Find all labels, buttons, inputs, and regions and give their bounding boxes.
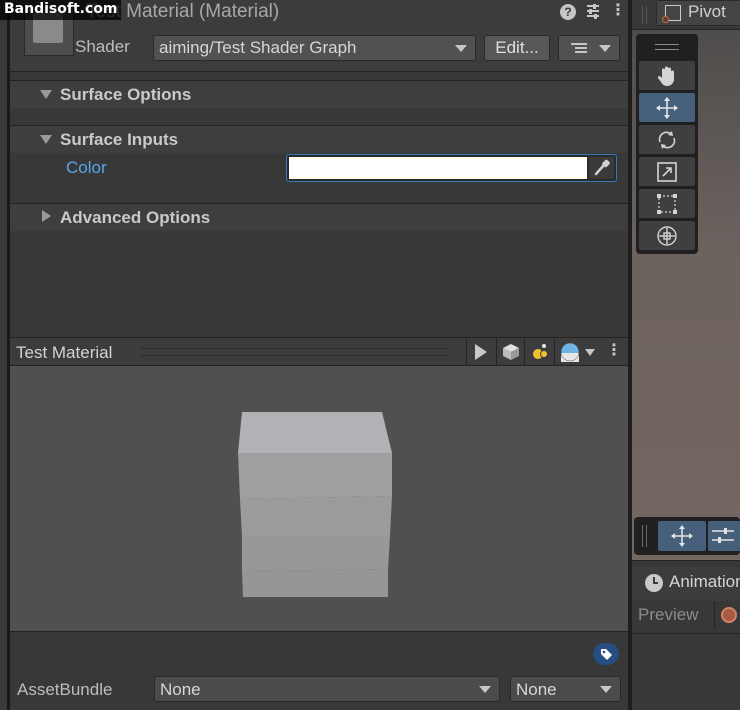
toolbar-grip[interactable] xyxy=(642,525,647,547)
chevron-down-icon xyxy=(600,686,612,693)
list-icon xyxy=(571,43,587,54)
cube-icon xyxy=(503,344,519,360)
pivot-mode-dropdown[interactable]: Pivot xyxy=(656,0,740,26)
transform-tools-palette xyxy=(636,34,698,254)
eyedropper-icon[interactable] xyxy=(589,157,614,179)
animation-preview-toggle[interactable]: Preview xyxy=(638,605,698,625)
help-icon[interactable]: ? xyxy=(560,4,576,20)
rect-transform-icon xyxy=(657,194,677,214)
shader-dropdown-value: aiming/Test Shader Graph xyxy=(159,38,357,57)
transform-icon xyxy=(657,226,677,246)
scale-icon xyxy=(657,162,677,182)
expand-arrow-icon xyxy=(40,135,52,144)
pivot-icon xyxy=(662,5,681,23)
preview-resize-grip[interactable] xyxy=(140,348,450,356)
inspector-panel: Test Material (Material) ? ⋮ Shader aimi… xyxy=(10,0,628,710)
record-button[interactable] xyxy=(714,601,740,629)
assetbundle-name-value: None xyxy=(160,680,201,699)
sliders-icon xyxy=(712,528,734,543)
preview-lighting-button[interactable] xyxy=(524,338,554,366)
rect-tool-button[interactable] xyxy=(639,189,695,218)
presets-icon[interactable] xyxy=(584,2,602,20)
scale-tool-button[interactable] xyxy=(639,157,695,186)
expand-arrow-icon xyxy=(40,90,52,99)
watermark: Bandisoft.com xyxy=(0,0,122,20)
transform-tool-button[interactable] xyxy=(639,221,695,250)
move-icon xyxy=(656,97,678,119)
move-tool-button[interactable] xyxy=(658,521,706,551)
asset-label-icon[interactable] xyxy=(593,643,619,665)
material-preview-viewport[interactable] xyxy=(10,366,628,632)
color-field[interactable] xyxy=(286,154,617,182)
move-icon xyxy=(671,525,693,547)
move-tool-button[interactable] xyxy=(639,93,695,122)
palette-grip[interactable] xyxy=(655,44,679,50)
sphere-icon xyxy=(560,342,580,362)
pivot-dot xyxy=(662,16,669,23)
shader-label: Shader xyxy=(75,37,130,56)
more-options-icon[interactable]: ⋮ xyxy=(606,340,622,360)
assetbundle-name-dropdown[interactable]: None xyxy=(154,676,500,702)
rotate-tool-button[interactable] xyxy=(639,125,695,154)
edit-shader-button[interactable]: Edit... xyxy=(484,35,550,61)
chevron-down-icon xyxy=(599,45,611,52)
section-title: Advanced Options xyxy=(60,208,211,227)
chevron-down-icon xyxy=(585,349,595,356)
rotate-icon xyxy=(658,131,676,149)
clock-hand xyxy=(653,582,658,584)
animation-tab-label: Animation xyxy=(669,572,740,591)
section-advanced-options[interactable]: Advanced Options xyxy=(10,203,628,231)
hand-icon xyxy=(657,66,674,86)
chevron-down-icon xyxy=(455,45,467,52)
section-title: Surface Inputs xyxy=(60,130,179,149)
tab-animation[interactable]: Animation xyxy=(632,567,740,601)
shader-options-dropdown[interactable] xyxy=(558,35,620,61)
collapse-arrow-icon xyxy=(42,210,51,222)
assetbundle-variant-value: None xyxy=(516,680,557,699)
toolbar-grip[interactable] xyxy=(642,6,647,24)
color-property-label: Color xyxy=(66,158,107,177)
pivot-label: Pivot xyxy=(688,2,726,21)
preview-title: Test Material xyxy=(16,343,113,362)
section-surface-options[interactable]: Surface Options xyxy=(10,80,628,108)
divider xyxy=(632,633,740,634)
cube-preview xyxy=(238,412,392,597)
record-icon xyxy=(721,607,737,623)
animation-clock-icon xyxy=(645,574,663,592)
scene-toolbar: Pivot xyxy=(632,0,740,30)
left-window-edge xyxy=(0,0,7,710)
section-surface-inputs[interactable]: Surface Inputs xyxy=(10,125,628,153)
preview-mesh-button[interactable] xyxy=(496,338,524,366)
tool-settings-button[interactable] xyxy=(708,521,740,551)
scene-overlay-toolbar xyxy=(634,517,740,555)
animation-panel: Animation Preview xyxy=(632,560,740,710)
preview-header: Test Material ⋮ xyxy=(10,337,628,366)
chevron-down-icon xyxy=(479,686,491,693)
assetbundle-label: AssetBundle xyxy=(17,680,113,699)
hand-tool-button[interactable] xyxy=(639,61,695,90)
play-icon xyxy=(475,344,487,360)
play-button[interactable] xyxy=(466,338,496,366)
section-title: Surface Options xyxy=(60,85,192,104)
color-swatch[interactable] xyxy=(289,157,587,179)
lights-icon xyxy=(533,344,548,359)
shader-dropdown[interactable]: aiming/Test Shader Graph xyxy=(153,35,476,61)
more-options-icon[interactable]: ⋮ xyxy=(610,2,626,20)
preview-shape-dropdown[interactable] xyxy=(554,338,600,366)
left-window-strip xyxy=(0,0,10,710)
assetbundle-variant-dropdown[interactable]: None xyxy=(510,676,621,702)
